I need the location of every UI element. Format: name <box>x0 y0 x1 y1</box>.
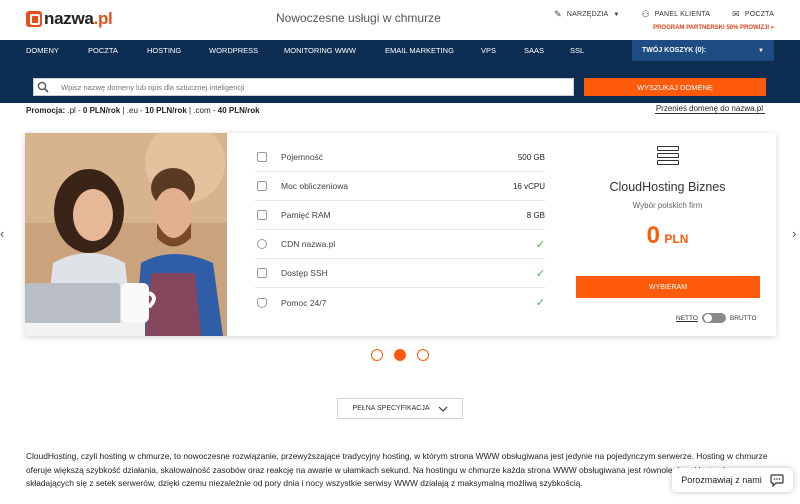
ssh-icon <box>257 268 267 278</box>
cart-button[interactable]: TWÓJ KOSZYK (0): ▼ <box>632 40 774 61</box>
transfer-link-underline <box>655 113 765 114</box>
spec-row: Pomoc 24/7 ✓ <box>255 288 545 317</box>
nav-item-ssl[interactable]: SSL <box>570 46 600 55</box>
chat-button[interactable]: Porozmawiaj z nami <box>672 468 793 492</box>
choose-button[interactable]: WYBIERAM <box>576 276 760 298</box>
spec-label: CDN nazwa.pl <box>281 239 336 249</box>
mail-label: POCZTA <box>744 11 774 18</box>
search-input[interactable] <box>61 82 561 92</box>
promo-tld-com: | .com - <box>186 106 218 115</box>
hero-photo <box>25 133 227 336</box>
spec-row: Pamięć RAM 8 GB <box>255 201 545 230</box>
nav-items: DOMENY POCZTA HOSTING WORDPRESS MONITORI… <box>26 46 600 55</box>
carousel-dot-active[interactable] <box>394 349 406 361</box>
wrench-icon: ✎ <box>554 9 562 19</box>
spec-value: 500 GB <box>517 152 545 162</box>
nav-item-hosting[interactable]: HOSTING <box>147 46 209 55</box>
nav-item-mail[interactable]: POCZTA <box>88 46 147 55</box>
promo-text: Promocja: .pl - 0 PLN/rok | .eu - 10 PLN… <box>26 106 260 115</box>
offer-price: 0 PLN <box>575 222 760 250</box>
spec-value: 16 vCPU <box>512 181 545 191</box>
check-icon: ✓ <box>535 267 545 280</box>
promo-price-pl: 0 PLN/rok <box>82 106 121 115</box>
mail-icon: ✉ <box>732 9 740 19</box>
spec-label: Moc obliczeniowa <box>281 181 349 191</box>
partner-program-link[interactable]: PROGRAM PARTNERSKI 50% PROWIZJI » <box>653 25 774 31</box>
spec-row: Moc obliczeniowa 16 vCPU <box>255 172 545 201</box>
carousel-dots <box>371 349 429 361</box>
chevron-down-icon: ▼ <box>758 47 764 54</box>
server-icon <box>656 146 679 166</box>
netto-label[interactable]: NETTO <box>676 315 698 322</box>
spec-row: CDN nazwa.pl ✓ <box>255 230 545 259</box>
nav-item-vps[interactable]: VPS <box>481 46 524 55</box>
user-icon: ⚇ <box>641 9 650 19</box>
offer-card: Pojemność 500 GB Moc obliczeniowa 16 vCPU … <box>25 133 776 336</box>
carousel-dot[interactable] <box>417 349 429 361</box>
check-icon: ✓ <box>535 238 545 251</box>
spec-label: Pojemność <box>281 152 324 162</box>
check-icon: ✓ <box>535 297 545 309</box>
tagline: Nowoczesne usługi w chmurze <box>276 11 441 25</box>
chat-label: Porozmawiaj z nami <box>681 475 762 485</box>
promo-price-eu: 10 PLN/rok <box>145 106 187 115</box>
mail-link[interactable]: ✉ POCZTA <box>732 9 774 20</box>
support-icon <box>257 297 267 308</box>
cart-label: TWÓJ KOSZYK (0): <box>642 47 707 54</box>
cdn-icon <box>257 239 267 249</box>
promo-price-com: 40 PLN/rok <box>217 106 260 115</box>
spec-row: Dostęp SSH ✓ <box>255 259 545 288</box>
carousel-dot[interactable] <box>371 349 383 361</box>
brutto-label[interactable]: BRUTTO <box>730 315 757 322</box>
transfer-domain-link[interactable]: Przenieś domenę do nazwa.pl <box>656 104 763 113</box>
chevron-down-icon: ▼ <box>613 11 620 18</box>
carousel-prev-button[interactable]: ‹ <box>0 226 4 241</box>
offer-summary: CloudHosting Biznes Wybór polskich firm … <box>575 143 760 250</box>
price-currency: PLN <box>664 232 689 246</box>
tools-menu[interactable]: ✎ NARZĘDZIA ▼ <box>554 9 619 20</box>
search-bar: WYSZUKAJ DOMENĘ <box>0 61 800 103</box>
client-panel-link[interactable]: ⚇ PANEL KLIENTA <box>642 9 711 20</box>
spec-row: Pojemność 500 GB <box>255 143 545 172</box>
storage-icon <box>257 152 267 162</box>
price-type-toggle: NETTO BRUTTO <box>676 313 757 323</box>
logo-suffix: .pl <box>93 9 113 28</box>
spec-value: 8 GB <box>526 210 545 220</box>
tools-label: NARZĘDZIA <box>566 11 609 18</box>
spec-label: Pomoc 24/7 <box>281 297 327 308</box>
offer-title: CloudHosting Biznes <box>609 180 726 194</box>
logo[interactable]: nazwa.pl <box>26 9 113 29</box>
full-spec-label: PEŁNA SPECYFIKACJA <box>352 405 430 412</box>
search-domain-button[interactable]: WYSZUKAJ DOMENĘ <box>584 78 766 96</box>
spec-label: Pamięć RAM <box>281 210 331 220</box>
header: nazwa.pl Nowoczesne usługi w chmurze ✎ NA… <box>0 0 800 40</box>
search-box <box>33 78 574 96</box>
promo-tld-eu: | .eu - <box>120 106 146 115</box>
main-nav: DOMENY POCZTA HOSTING WORDPRESS MONITORI… <box>0 40 800 61</box>
nav-item-email-marketing[interactable]: EMAIL MARKETING <box>385 46 481 55</box>
nav-item-monitoring[interactable]: MONITORING WWW <box>284 46 385 55</box>
search-icon <box>34 81 52 93</box>
cpu-icon <box>257 181 267 191</box>
spec-label: Dostęp SSH <box>281 268 328 278</box>
nav-item-wordpress[interactable]: WORDPRESS <box>209 46 284 55</box>
logo-text: nazwa <box>44 9 94 28</box>
nav-item-saas[interactable]: SaaS <box>524 46 570 55</box>
carousel-next-button[interactable]: › <box>792 226 796 241</box>
description-text: CloudHosting, czyli hosting w chmurze, t… <box>26 451 768 488</box>
offer-subtitle: Wybór polskich firm <box>632 201 703 210</box>
spec-list: Pojemność 500 GB Moc obliczeniowa 16 vCPU … <box>255 143 545 317</box>
nav-item-domains[interactable]: DOMENY <box>26 46 88 55</box>
netto-brutto-switch[interactable] <box>701 313 726 323</box>
full-spec-button[interactable]: PEŁNA SPECYFIKACJA <box>337 398 463 419</box>
promo-label: Promocja: <box>26 106 66 115</box>
promo-tld-pl: .pl - <box>65 106 83 115</box>
price-value: 0 <box>646 222 660 249</box>
ram-icon <box>257 210 267 220</box>
client-panel-label: PANEL KLIENTA <box>654 11 711 18</box>
logo-icon <box>26 11 42 27</box>
chevron-down-icon <box>438 406 447 412</box>
header-tools: ✎ NARZĘDZIA ▼ ⚇ PANEL KLIENTA ✉ POCZTA <box>554 9 774 20</box>
chat-bubble-icon <box>770 473 784 487</box>
